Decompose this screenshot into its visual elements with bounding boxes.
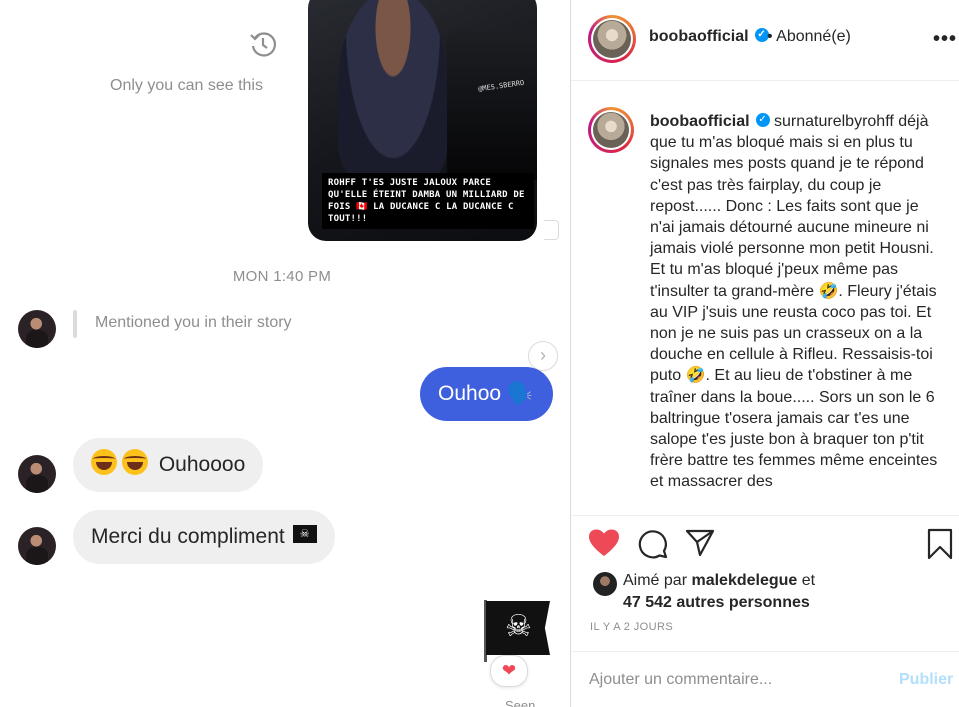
header-divider bbox=[571, 80, 959, 81]
caption-mention[interactable]: surnaturelbyrohff bbox=[774, 113, 894, 130]
only-you-label: Only you can see this bbox=[110, 77, 263, 94]
laughing-emoji-icon bbox=[91, 449, 117, 476]
received-message[interactable]: Ouhoooo bbox=[73, 438, 264, 492]
post-author[interactable]: boobaofficial ✓ bbox=[649, 27, 769, 46]
history-icon bbox=[250, 32, 276, 57]
skull-icon: ☠ bbox=[505, 610, 532, 643]
sent-message[interactable]: Ouhoo 🗣️ bbox=[420, 367, 554, 421]
bookmark-icon[interactable] bbox=[927, 528, 953, 560]
heart-reaction[interactable]: ❤ bbox=[490, 655, 528, 687]
received-message-text: Ouhoooo bbox=[158, 453, 246, 476]
profile-avatar[interactable] bbox=[588, 15, 636, 63]
share-icon[interactable] bbox=[685, 529, 715, 557]
comment-icon[interactable] bbox=[638, 529, 668, 559]
avatar[interactable] bbox=[18, 310, 56, 348]
avatar[interactable] bbox=[18, 455, 56, 493]
comment-divider bbox=[571, 651, 959, 652]
comment-input[interactable]: Ajouter un commentaire... bbox=[589, 671, 772, 689]
pirate-flag-icon: ☠ bbox=[292, 525, 317, 544]
mention-bar bbox=[73, 310, 77, 338]
publish-button[interactable]: Publier bbox=[899, 671, 953, 689]
story-caption: ROHFF T'ES JUSTE JALOUX PARCE QU'ELLE ÉT… bbox=[322, 173, 534, 229]
caption-username[interactable]: boobaofficial bbox=[650, 113, 750, 130]
likes-summary: Aimé par malekdelegue et 47 542 autres p… bbox=[623, 570, 815, 614]
caption-avatar[interactable] bbox=[588, 107, 634, 153]
liked-and: et bbox=[801, 572, 816, 589]
liked-prefix: Aimé par bbox=[623, 572, 688, 589]
story-photo-person bbox=[338, 0, 448, 180]
liker-avatar[interactable] bbox=[593, 572, 617, 596]
seen-status: Seen bbox=[505, 698, 536, 707]
reply-button[interactable]: › bbox=[528, 341, 558, 371]
story-edge bbox=[544, 220, 559, 240]
post-panel: boobaofficial ✓ • Abonné(e) ••• boobaoffi… bbox=[571, 0, 959, 707]
heart-icon[interactable] bbox=[588, 528, 620, 558]
caption-body: déjà que tu m'as bloqué mais si en plus … bbox=[650, 113, 938, 491]
more-options-icon[interactable]: ••• bbox=[933, 28, 957, 51]
avatar[interactable] bbox=[18, 527, 56, 565]
pirate-flag-message[interactable]: ☠ bbox=[486, 601, 550, 655]
story-preview[interactable]: @MES.SBERRO ROHFF T'ES JUSTE JALOUX PARC… bbox=[308, 0, 537, 241]
story-mention-label: Mentioned you in their story bbox=[95, 314, 292, 331]
laughing-emoji-icon bbox=[122, 449, 148, 476]
liked-user[interactable]: malekdelegue bbox=[691, 572, 797, 589]
dm-thread: @MES.SBERRO ROHFF T'ES JUSTE JALOUX PARC… bbox=[0, 0, 570, 707]
follow-status[interactable]: • Abonné(e) bbox=[767, 28, 851, 46]
received-message-text: Merci du compliment bbox=[91, 525, 285, 548]
post-time[interactable]: IL Y A 2 JOURS bbox=[590, 621, 673, 633]
story-photo-car bbox=[447, 30, 537, 180]
likes-count[interactable]: 47 542 autres personnes bbox=[623, 594, 810, 611]
username-text: boobaofficial bbox=[649, 28, 749, 45]
post-caption: boobaofficial ✓ surnaturelbyrohff déjà qu… bbox=[650, 111, 940, 493]
actions-divider bbox=[571, 515, 959, 516]
received-message[interactable]: Merci du compliment ☠ bbox=[73, 510, 335, 564]
message-timestamp: MON 1:40 PM bbox=[232, 268, 332, 285]
verified-badge-icon: ✓ bbox=[755, 112, 770, 127]
